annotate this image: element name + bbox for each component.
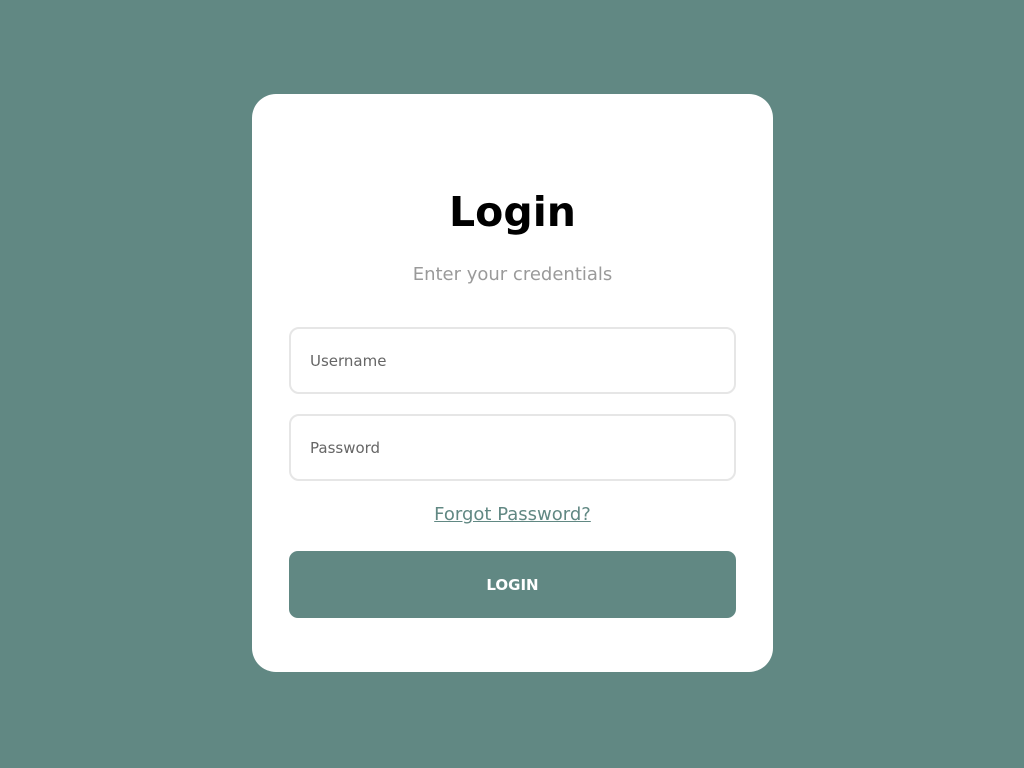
login-title: Login bbox=[449, 188, 576, 236]
username-input[interactable] bbox=[289, 327, 736, 394]
login-button[interactable]: LOGIN bbox=[289, 551, 736, 618]
password-input[interactable] bbox=[289, 414, 736, 481]
login-card: Login Enter your credentials Forgot Pass… bbox=[252, 94, 773, 672]
forgot-password-link[interactable]: Forgot Password? bbox=[252, 504, 773, 526]
login-subtitle: Enter your credentials bbox=[412, 264, 613, 285]
